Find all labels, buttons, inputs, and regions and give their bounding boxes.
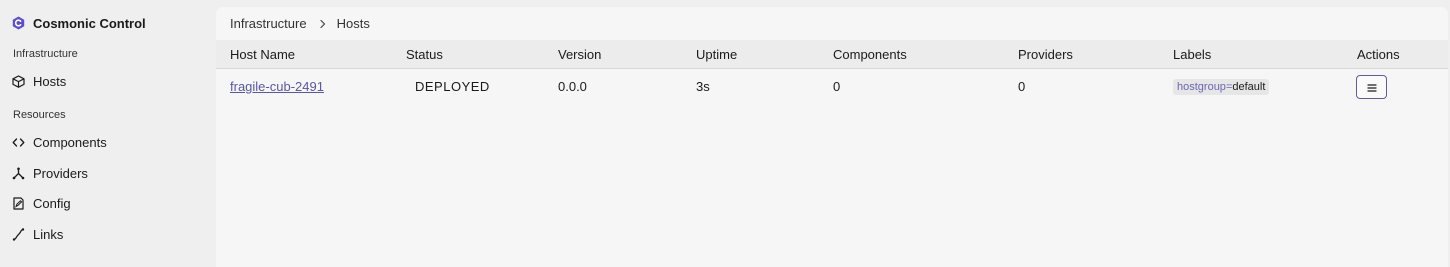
sidebar-item-components[interactable]: Components: [12, 131, 202, 153]
column-header-host-name[interactable]: Host Name: [230, 47, 295, 62]
table-header: Host Name Status Version Uptime Componen…: [216, 40, 1448, 69]
sidebar-item-label: Hosts: [33, 73, 67, 89]
breadcrumb-item-infrastructure[interactable]: Infrastructure: [230, 16, 307, 31]
sidebar-item-label: Links: [33, 226, 64, 242]
sidebar-item-providers[interactable]: Providers: [12, 162, 202, 184]
column-header-components[interactable]: Components: [833, 47, 907, 62]
version-cell: 0.0.0: [558, 79, 587, 94]
column-header-actions: Actions: [1357, 47, 1400, 62]
fork-icon: [12, 167, 25, 180]
config-file-icon: [12, 196, 25, 210]
sidebar-item-label: Providers: [33, 165, 88, 181]
column-header-uptime[interactable]: Uptime: [696, 47, 737, 62]
label-value: default: [1232, 81, 1266, 93]
breadcrumb: Infrastructure Hosts: [230, 16, 370, 31]
host-name-link[interactable]: fragile-cub-2491: [230, 79, 324, 94]
sidebar-item-links[interactable]: Links: [12, 223, 202, 245]
providers-cell: 0: [1018, 79, 1026, 94]
cube-icon: [12, 74, 25, 88]
components-cell: 0: [833, 79, 841, 94]
column-header-status[interactable]: Status: [406, 47, 443, 62]
section-label-resources: Resources: [13, 109, 66, 121]
uptime-cell: 3s: [696, 79, 710, 94]
sidebar-item-hosts[interactable]: Hosts: [12, 70, 202, 92]
label-key: hostgroup: [1177, 81, 1226, 93]
column-header-version[interactable]: Version: [558, 47, 601, 62]
column-header-providers[interactable]: Providers: [1018, 47, 1073, 62]
brand[interactable]: Cosmonic Control: [12, 14, 146, 32]
table-row: fragile-cub-2491 DEPLOYED 0.0.0 3s 0 0 h…: [216, 70, 1448, 102]
code-icon: [12, 136, 25, 149]
cosmonic-logo-icon: [12, 16, 25, 30]
sidebar-item-label: Components: [33, 134, 107, 150]
link-curve-icon: [12, 227, 25, 241]
chevron-right-icon: [319, 19, 327, 29]
breadcrumb-item-hosts: Hosts: [336, 16, 370, 31]
main-panel: Infrastructure Hosts Host Name Status Ve…: [216, 7, 1448, 267]
menu-icon: [1366, 80, 1377, 95]
sidebar-item-config[interactable]: Config: [12, 192, 202, 214]
sidebar-item-label: Config: [33, 195, 71, 211]
column-header-labels[interactable]: Labels: [1173, 47, 1211, 62]
app-title: Cosmonic Control: [33, 15, 146, 31]
label-chip: hostgroup=default: [1173, 79, 1270, 95]
section-label-infrastructure: Infrastructure: [13, 48, 78, 60]
row-actions-button[interactable]: [1356, 75, 1387, 99]
status-badge: DEPLOYED: [415, 79, 490, 94]
sidebar: Cosmonic Control Infrastructure Hosts Re…: [0, 0, 216, 267]
